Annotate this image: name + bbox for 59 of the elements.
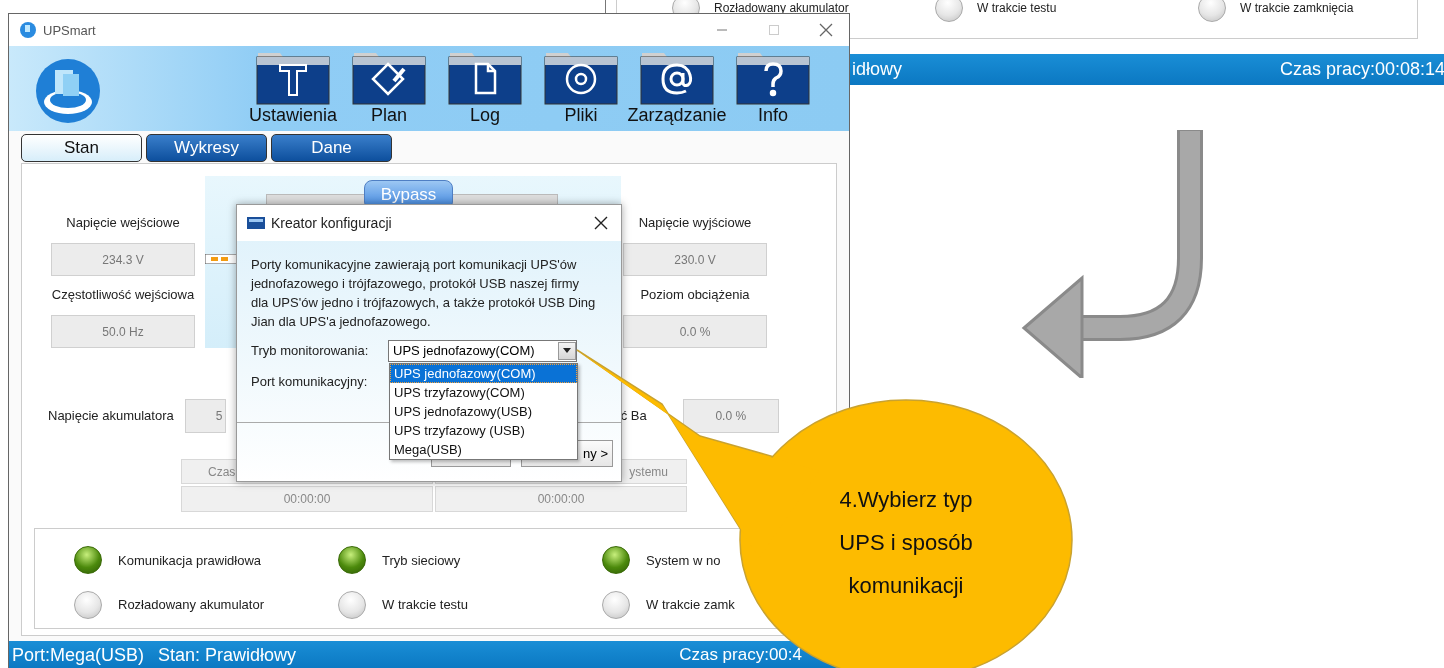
uptime-text: Czas pracy:00:08:14 [1279,59,1444,80]
folder-icon [544,51,618,105]
toolbar-button[interactable]: Ustawienia [245,46,341,126]
indicator-label: Rozładowany akumulator [714,1,849,15]
toolbar-button[interactable]: Info [725,46,821,126]
indicator-label: System w no [646,552,721,568]
mode-dropdown[interactable]: UPS jednofazowy(COM) [388,339,577,362]
status-text: idłowy [852,59,903,80]
field-label: Port komunikacyjny: [251,372,369,391]
reading-label: Napięcie wejściowe [66,214,180,232]
toolbar-button[interactable]: Pliki [533,46,629,126]
toolbar-button[interactable]: Log [437,46,533,126]
indicator-label: Komunikacja prawidłowa [118,552,262,568]
reading-field: 230.0 V [623,243,767,276]
dialog-title: Kreator konfiguracji [271,215,393,231]
battery-label: Napięcie akumulatora [48,407,174,425]
status-text: Stan: Prawidłowy [158,644,297,666]
toolbar-button[interactable]: Zarządzanie [629,46,725,126]
dropdown-option[interactable]: UPS jednofazowy(USB) [390,402,577,421]
tab[interactable]: Dane [271,134,392,162]
reading-field: 50.0 Hz [51,315,195,348]
dropdown-option[interactable]: Mega(USB) [390,440,577,459]
indicator-label: Rozładowany akumulator [118,597,264,612]
close-icon [819,23,833,37]
logo-icon [35,58,101,124]
dropdown-option[interactable]: UPS trzyfazowy(COM) [390,383,577,402]
reading-field: 234.3 V [51,243,195,276]
app-icon [247,217,265,229]
indicator-label: W trakcie testu [977,1,1057,15]
time-value: 00:00:00 [435,486,687,512]
folder-icon [640,51,714,105]
reading-label: Częstotliwość wejściowa [51,286,195,304]
reading-label: Poziom obciążenia [640,286,750,304]
indicator-label: W trakcie zamk [646,597,735,612]
dropdown-option[interactable]: UPS jednofazowy(COM) [390,364,577,383]
tab[interactable]: Stan [21,134,142,162]
callout-text: 4.Wybierz typ UPS i sposób komunikacji [838,486,974,600]
uptime-text: Czas pracy:00:4 [679,645,802,665]
maximize-icon [768,24,780,36]
indicator-label: W trakcie testu [382,597,468,612]
description-text: Porty komunikacyjne zawierają port komunikacji UPS'ów jednofazowego i trójfazowego, protokół USB naszej firmy dla UPS'ów jedno i trójfazowych, a także protokół USB Ding Jian dla UPS'a jednofazowego. [251,256,597,331]
reading-label: Napięcie wyjściowe [638,214,752,232]
port-text: Port:Mega(USB) [12,644,145,666]
indicator-label: W trakcie zamknięcia [1240,1,1354,15]
tab[interactable]: Wykresy [146,134,267,162]
time-value: 00:00:00 [181,486,433,512]
close-icon [594,216,608,230]
folder-icon [448,51,522,105]
battery-field: 5 [184,399,226,433]
reading-field: 0.0 % [623,315,767,348]
indicator-label: Tryb sieciowy [382,552,461,568]
field-label: Tryb monitorowania: [251,341,370,360]
dropdown-option[interactable]: UPS trzyfazowy (USB) [390,421,577,440]
battery-field: 0.0 % [682,399,779,433]
toolbar-button[interactable]: Plan [341,46,437,126]
window-title: UPSmart [43,22,97,38]
app-icon [19,21,37,39]
folder-icon [736,51,810,105]
folder-icon [352,51,426,105]
